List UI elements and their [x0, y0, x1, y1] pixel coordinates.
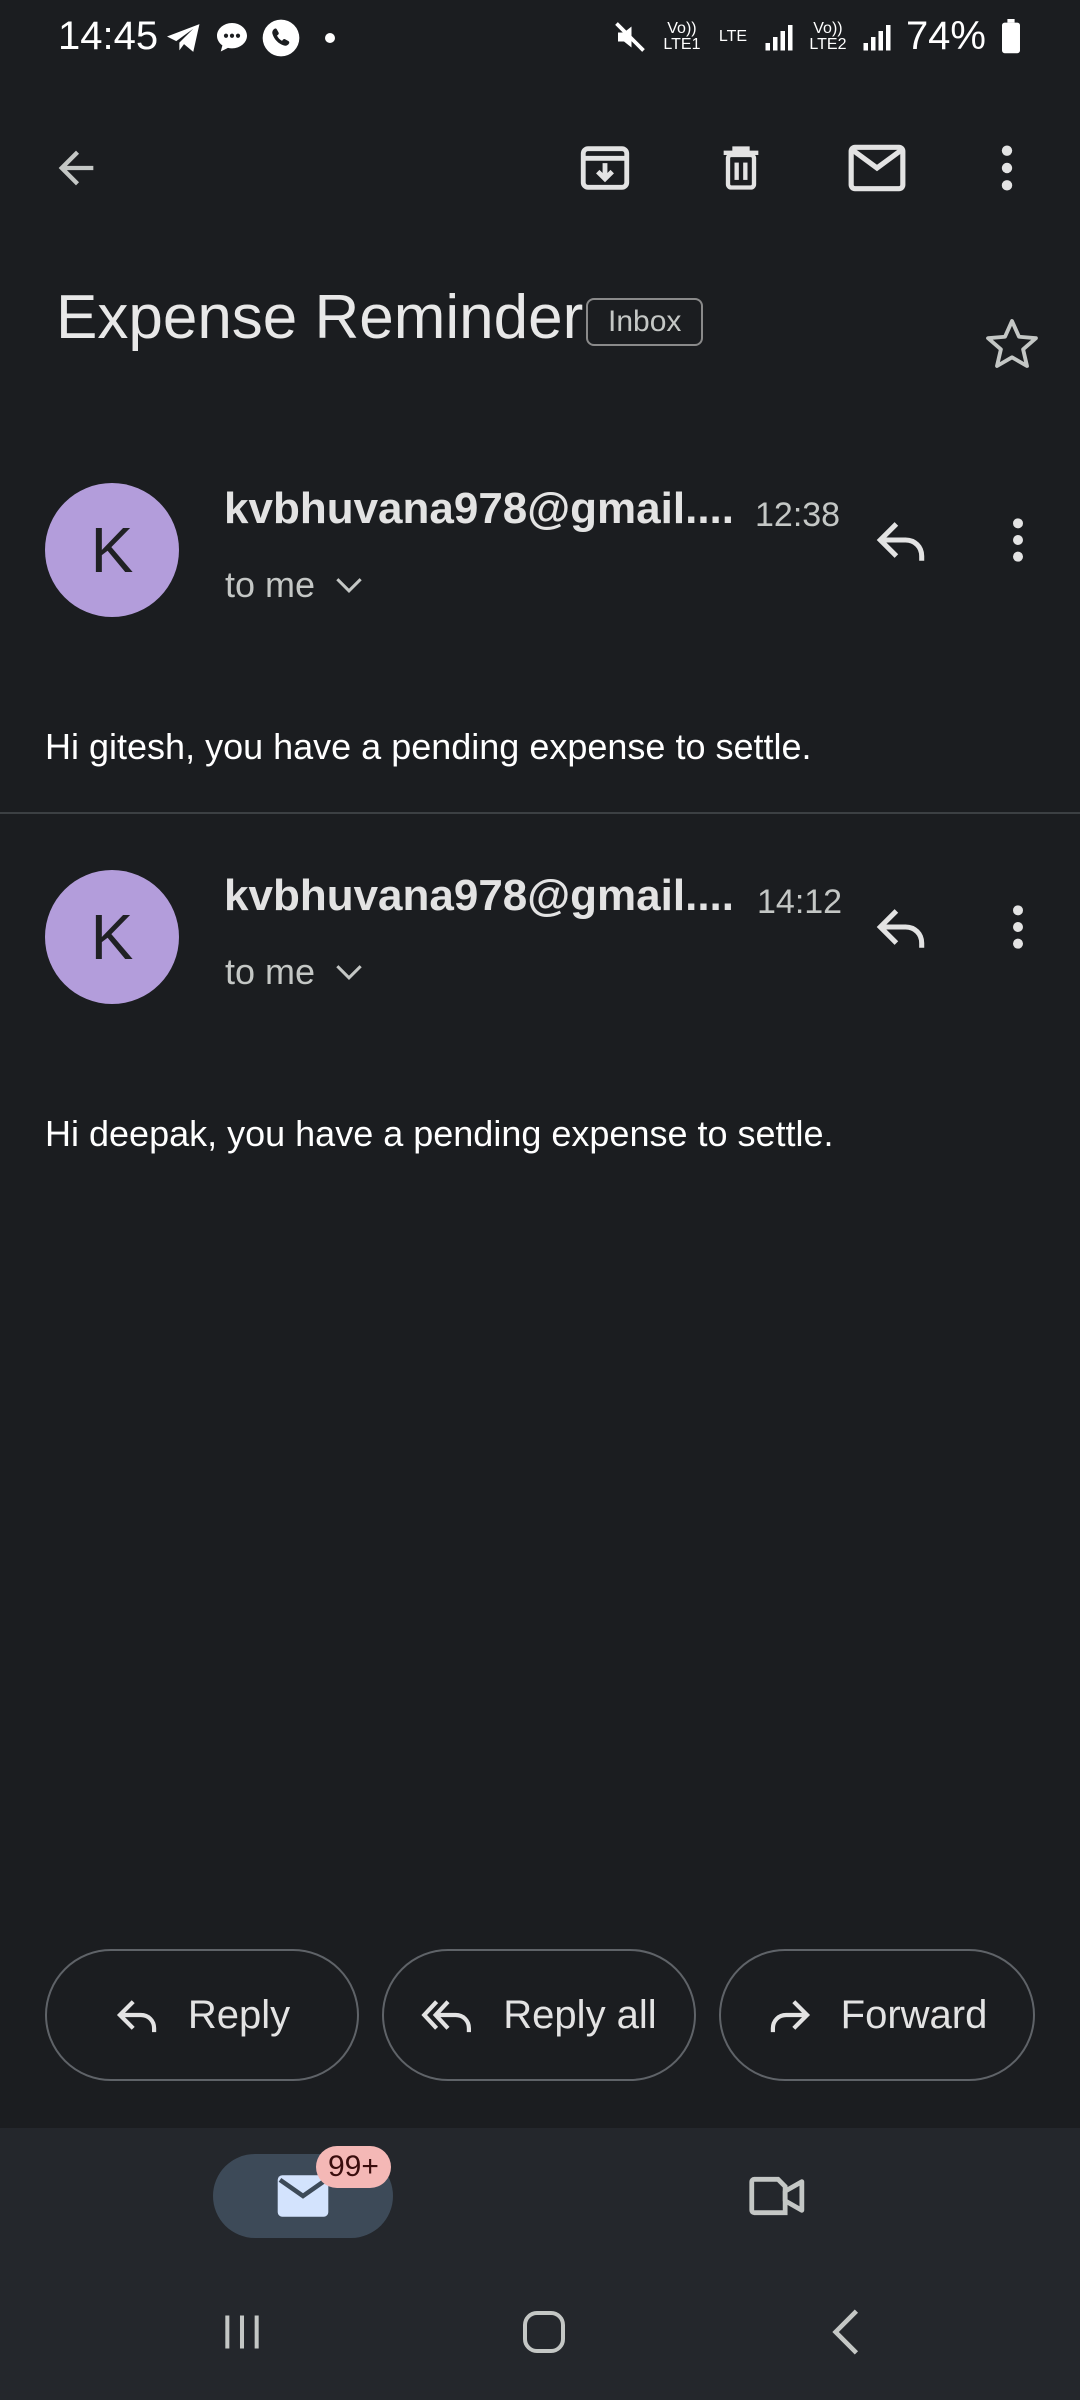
message-divider	[0, 812, 1080, 814]
archive-button[interactable]	[565, 128, 645, 208]
reply-button[interactable]	[861, 887, 941, 967]
star-button[interactable]	[972, 304, 1052, 384]
chevron-down-icon	[336, 578, 362, 593]
battery-icon	[1002, 18, 1020, 53]
volte1-label: Vo)) LTE1	[663, 19, 701, 53]
sender-email[interactable]: kvbhuvana978@gmail....	[224, 871, 734, 921]
star-icon	[986, 319, 1038, 368]
forward-action-button[interactable]: Forward	[719, 1949, 1035, 2081]
reply-action-button[interactable]: Reply	[45, 1949, 359, 2081]
battery-percent: 74%	[905, 14, 986, 58]
reply-all-action-button[interactable]: Reply all	[382, 1949, 696, 2081]
sender-avatar[interactable]: K	[45, 870, 179, 1004]
back-button[interactable]	[36, 128, 116, 208]
more-vert-icon	[1013, 518, 1023, 562]
home-button[interactable]	[504, 2292, 584, 2372]
volte2-label: Vo)) LTE2	[809, 19, 847, 53]
chat-bubble-icon	[217, 23, 247, 52]
message-time: 12:38	[755, 496, 841, 534]
whatsapp-call-icon	[262, 19, 300, 57]
reply-button[interactable]	[861, 500, 941, 580]
recent-apps-button[interactable]	[202, 2292, 282, 2372]
recent-apps-icon	[225, 2315, 259, 2349]
reply-all-action-label: Reply all	[503, 1992, 657, 2037]
mark-unread-button[interactable]	[837, 128, 917, 208]
chevron-down-icon	[336, 965, 362, 980]
video-camera-icon	[749, 2176, 805, 2216]
status-notification-icons	[165, 16, 335, 60]
lte-label: LTE	[718, 27, 748, 45]
email-subject: Expense Reminder	[56, 283, 584, 352]
archive-icon	[580, 146, 630, 190]
signal-2-icon	[863, 24, 891, 50]
delete-icon	[723, 146, 759, 190]
inbox-label-badge[interactable]: Inbox	[586, 298, 704, 346]
system-back-button[interactable]	[806, 2292, 886, 2372]
message-body: Hi deepak, you have a pending expense to…	[45, 1113, 834, 1154]
reply-all-icon	[421, 2000, 472, 2033]
reply-action-label: Reply	[187, 1992, 291, 2037]
meet-tab[interactable]	[738, 2156, 818, 2236]
reply-icon	[876, 909, 925, 948]
reply-icon	[116, 2000, 157, 2033]
sender-email[interactable]: kvbhuvana978@gmail....	[224, 484, 734, 534]
reply-icon	[876, 522, 925, 561]
message-more-button[interactable]	[978, 887, 1058, 967]
sender-avatar[interactable]: K	[45, 483, 179, 617]
message-time: 14:12	[757, 883, 843, 921]
more-notifications-dot	[325, 33, 335, 43]
status-system-icons: Vo)) LTE1 LTE Vo)) LTE2 74%	[612, 14, 1022, 59]
mail-icon	[848, 144, 906, 192]
mute-icon	[615, 21, 645, 52]
signal-1-icon	[765, 24, 793, 50]
message-body: Hi gitesh, you have a pending expense to…	[45, 726, 812, 767]
home-icon	[523, 2311, 565, 2353]
recipient-details-toggle[interactable]: to me	[225, 951, 363, 993]
message-more-button[interactable]	[978, 500, 1058, 580]
recipient-label: to me	[225, 951, 316, 992]
status-bar: 14:45 Vo)) LTE1 LTE Vo)) LTE2 74%	[0, 0, 1080, 80]
recipient-details-toggle[interactable]: to me	[225, 564, 363, 606]
telegram-icon	[167, 24, 200, 52]
delete-button[interactable]	[701, 128, 781, 208]
unread-count-badge: 99+	[316, 2146, 391, 2188]
more-options-button[interactable]	[967, 128, 1047, 208]
more-vert-icon	[1001, 145, 1013, 191]
arrow-back-icon	[58, 150, 94, 186]
recipient-label: to me	[225, 564, 316, 605]
status-time: 14:45	[58, 14, 159, 58]
forward-action-label: Forward	[840, 1992, 988, 2037]
forward-icon	[770, 2000, 810, 2033]
more-vert-icon	[1013, 905, 1023, 949]
chevron-left-icon	[832, 2309, 859, 2355]
